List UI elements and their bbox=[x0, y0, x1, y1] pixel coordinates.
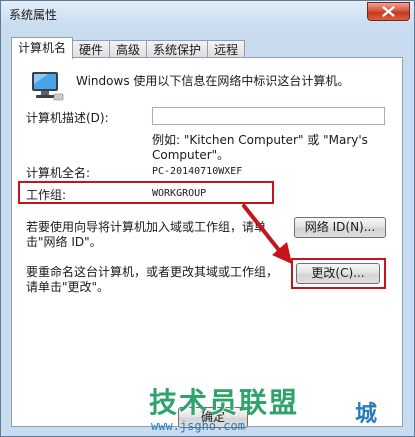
watermark-city: 城 bbox=[355, 402, 378, 427]
tab-panel-computer-name: Windows 使用以下信息在网络中标识这台计算机。 计算机描述(D): 例如:… bbox=[11, 57, 403, 428]
system-properties-window: 系统属性 计算机名 硬件 高级 系统保护 远程 Windows 使用以下信息在网… bbox=[0, 0, 415, 437]
title-bar[interactable]: 系统属性 bbox=[1, 1, 414, 27]
watermark-brand: 技术员联盟 bbox=[149, 386, 300, 419]
close-icon bbox=[382, 6, 395, 17]
watermark-url: www.jsgho.com bbox=[151, 419, 245, 433]
tab-strip: 计算机名 硬件 高级 系统保护 远程 bbox=[11, 37, 246, 59]
arrow-annotation bbox=[242, 204, 292, 264]
close-button[interactable] bbox=[367, 2, 410, 21]
window-title: 系统属性 bbox=[9, 8, 58, 22]
tab-computer-name[interactable]: 计算机名 bbox=[11, 37, 74, 59]
